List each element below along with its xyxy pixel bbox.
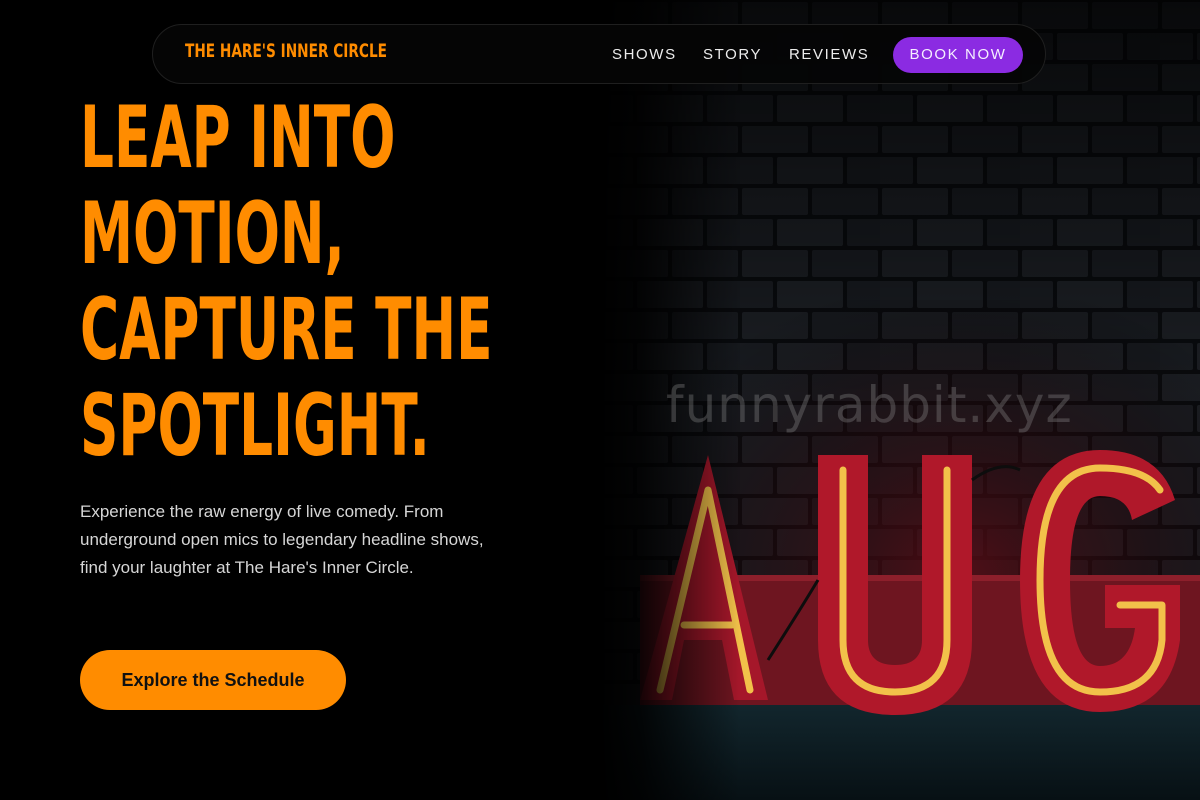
top-nav: THE HARE'S INNER CIRCLE SHOWS STORY REVI… bbox=[152, 24, 1046, 84]
page: funnyrabbit.xyz THE HARE'S INNER CIRCLE … bbox=[0, 0, 1200, 800]
hero-image: funnyrabbit.xyz bbox=[600, 0, 1200, 800]
headline-line-4: SPOTLIGHT. bbox=[80, 376, 430, 476]
hero-description: Experience the raw energy of live comedy… bbox=[80, 502, 484, 577]
headline-line-1: LEAP INTO bbox=[80, 88, 396, 188]
watermark-text: funnyrabbit.xyz bbox=[666, 376, 1073, 434]
book-now-button[interactable]: BOOK NOW bbox=[893, 37, 1023, 73]
nav-link-story[interactable]: STORY bbox=[703, 46, 762, 63]
hero-headline: LEAP INTO MOTION, CAPTURE THE SPOTLIGHT. bbox=[80, 90, 493, 474]
explore-schedule-button[interactable]: Explore the Schedule bbox=[80, 650, 346, 710]
nav-link-reviews[interactable]: REVIEWS bbox=[789, 46, 869, 63]
headline-line-3: CAPTURE THE bbox=[80, 280, 493, 380]
nav-link-shows[interactable]: SHOWS bbox=[612, 46, 677, 63]
headline-line-2: MOTION, bbox=[80, 184, 345, 284]
brand-logo[interactable]: THE HARE'S INNER CIRCLE bbox=[185, 40, 387, 62]
